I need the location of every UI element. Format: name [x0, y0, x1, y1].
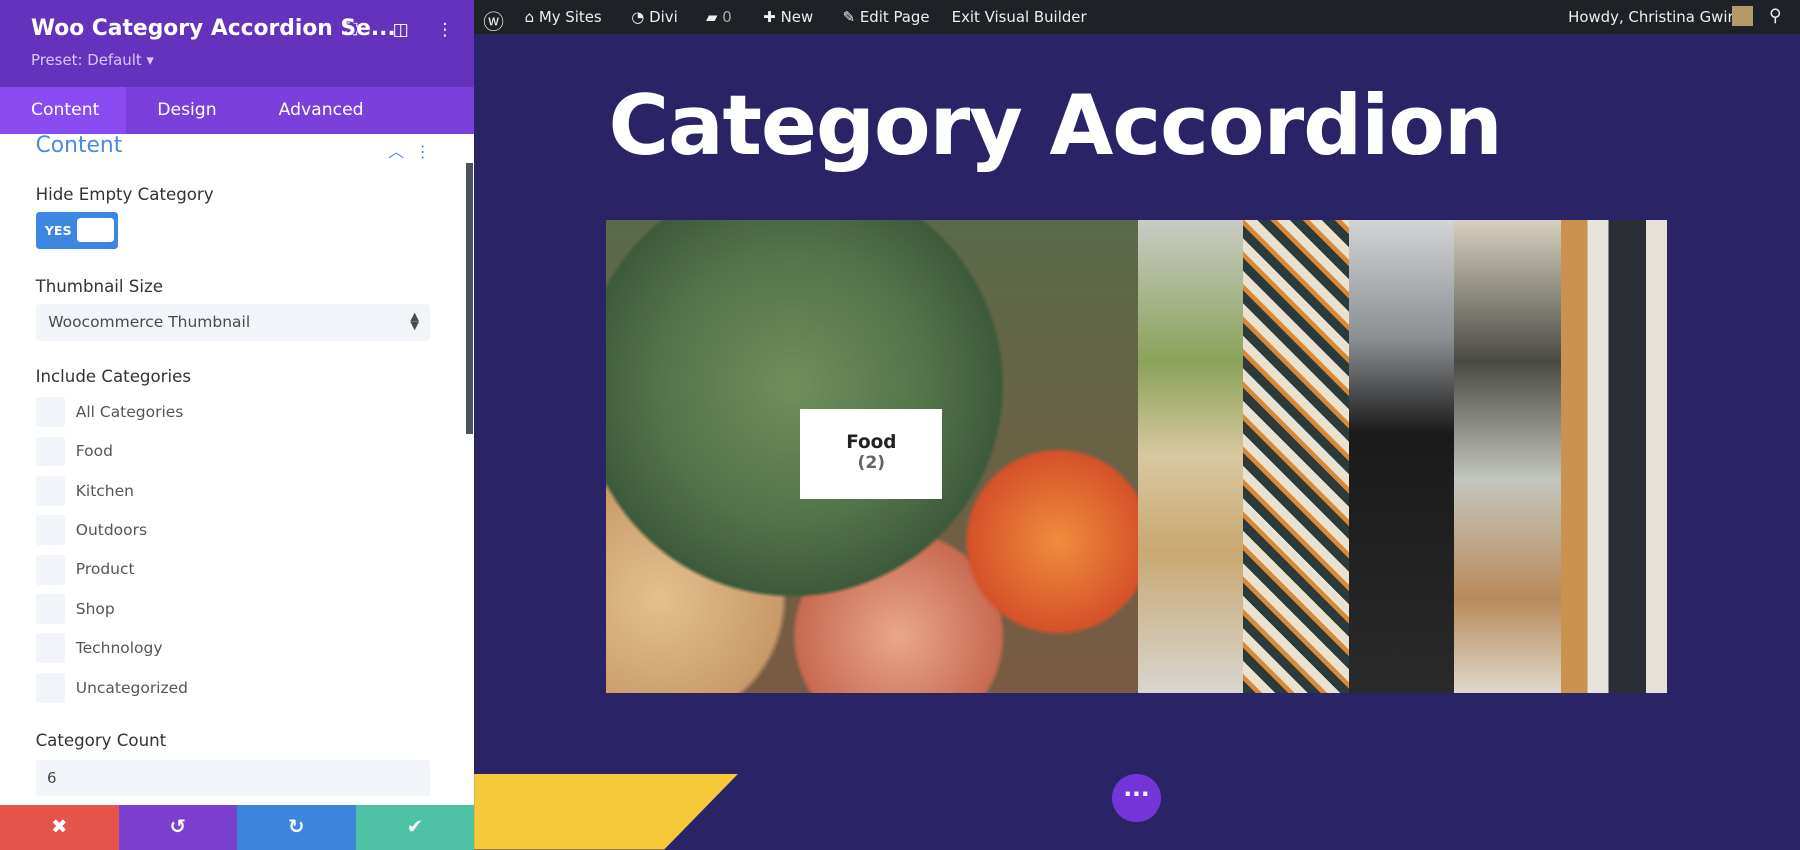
save-button[interactable]: ✔ [355, 804, 475, 850]
more-options-icon[interactable]: ⋮ [436, 20, 453, 40]
hide-empty-label: Hide Empty Category [35, 184, 214, 204]
preset-dropdown[interactable]: Preset: Default ▾ [31, 51, 154, 69]
thumbnail-size-select[interactable]: Woocommerce Thumbnail ▲ ▼ [35, 304, 431, 341]
toggle-knob [76, 218, 114, 243]
hide-empty-toggle[interactable]: YES [35, 212, 119, 250]
content-section: Content ︿ ⋮ [36, 133, 431, 161]
toggle-state: YES [44, 222, 72, 238]
tab-advanced[interactable]: Advanced [248, 87, 395, 134]
comments-link[interactable]: ▰ 0 [706, 8, 732, 26]
redo-button[interactable]: ↻ [237, 804, 356, 850]
category-accordion: Food (2) [606, 220, 1667, 694]
my-sites-link[interactable]: ⌂ My Sites [525, 8, 602, 26]
plus-icon: ✚ [763, 8, 776, 27]
select-arrows-icon: ▲ ▼ [410, 309, 420, 333]
category-checkbox[interactable] [35, 594, 66, 624]
category-checkbox-label[interactable]: Kitchen [76, 482, 134, 500]
category-checkbox-label[interactable]: Uncategorized [76, 679, 188, 697]
chevron-up-icon[interactable]: ︿ [388, 142, 404, 161]
sidebar-header: Woo Category Accordion Se... Preset: Def… [0, 0, 475, 88]
more-options-button[interactable]: ··· [1112, 773, 1161, 822]
exit-visual-builder-link[interactable]: Exit Visual Builder [952, 8, 1087, 26]
category-checkbox[interactable] [35, 672, 66, 703]
select-value: Woocommerce Thumbnail [48, 313, 251, 332]
category-checkbox-label[interactable]: Shop [76, 600, 115, 618]
sidebar-scrollbar[interactable] [466, 163, 473, 434]
category-count-label: Category Count [35, 731, 167, 751]
split-view-icon[interactable]: ◫ [393, 20, 409, 40]
category-checkbox-label[interactable]: All Categories [76, 403, 184, 421]
new-link[interactable]: ✚ New [763, 8, 813, 26]
include-categories-label: Include Categories [35, 367, 191, 387]
tab-design[interactable]: Design [126, 87, 247, 134]
accordion-panel-food[interactable]: Food (2) [606, 220, 1138, 694]
category-checkbox-label[interactable]: Outdoors [76, 521, 147, 539]
wp-admin-bar: ⓦ ⌂ My Sites ◔ Divi ▰ 0 ✚ New ✎ Edit Pag… [474, 0, 1800, 35]
category-checkbox[interactable] [35, 475, 66, 506]
category-checkbox-label[interactable]: Technology [76, 639, 163, 657]
thumbnail-size-label: Thumbnail Size [35, 276, 163, 296]
category-checkbox[interactable] [35, 633, 66, 664]
home-icon: ⌂ [524, 8, 535, 27]
accordion-panel-shop[interactable] [1561, 220, 1667, 694]
settings-sidebar: Woo Category Accordion Se... Preset: Def… [0, 0, 475, 850]
category-checkbox[interactable] [35, 554, 66, 585]
section-menu-icon[interactable]: ⋮ [414, 142, 430, 161]
category-checkbox[interactable] [35, 436, 66, 467]
divi-link[interactable]: ◔ Divi [631, 8, 677, 26]
category-checkbox-label[interactable]: Product [76, 560, 135, 578]
cancel-button[interactable]: ✖ [0, 804, 119, 850]
settings-tabs: Content Design Advanced [0, 87, 475, 135]
accordion-panel-technology[interactable] [1348, 220, 1455, 694]
input-value: 6 [47, 769, 57, 788]
pencil-icon: ✎ [842, 8, 856, 27]
category-count-input[interactable]: 6 [35, 759, 431, 796]
category-label[interactable]: Food (2) [800, 408, 943, 500]
dashboard-icon: ◔ [631, 8, 645, 27]
user-avatar[interactable] [1732, 5, 1753, 27]
user-greeting[interactable]: Howdy, Christina Gwira [1568, 8, 1743, 26]
accordion-panel-kitchen[interactable] [1137, 220, 1244, 694]
search-icon[interactable]: ⚲ [1769, 6, 1782, 26]
accordion-panel-product[interactable] [1454, 220, 1562, 694]
category-count: (2) [857, 452, 886, 473]
section-title[interactable]: Content [36, 133, 431, 158]
fullscreen-icon[interactable]: ⛶ [346, 20, 358, 40]
undo-button[interactable]: ↺ [118, 804, 238, 850]
category-name: Food [846, 431, 897, 453]
category-checkbox[interactable] [35, 397, 66, 428]
decorative-shape [474, 773, 739, 850]
category-checkbox-label[interactable]: Food [76, 442, 113, 460]
module-title: Woo Category Accordion Se... [30, 16, 396, 42]
comment-icon: ▰ [706, 8, 718, 27]
category-checkbox[interactable] [35, 515, 66, 546]
action-bar: ✖ ↺ ↻ ✔ [0, 804, 475, 850]
tab-content[interactable]: Content [0, 87, 127, 135]
accordion-panel-outdoors[interactable] [1243, 220, 1349, 694]
edit-page-link[interactable]: ✎ Edit Page [843, 8, 930, 26]
wordpress-logo-icon[interactable]: ⓦ [483, 5, 504, 35]
page-title: Category Accordion [608, 78, 1502, 175]
